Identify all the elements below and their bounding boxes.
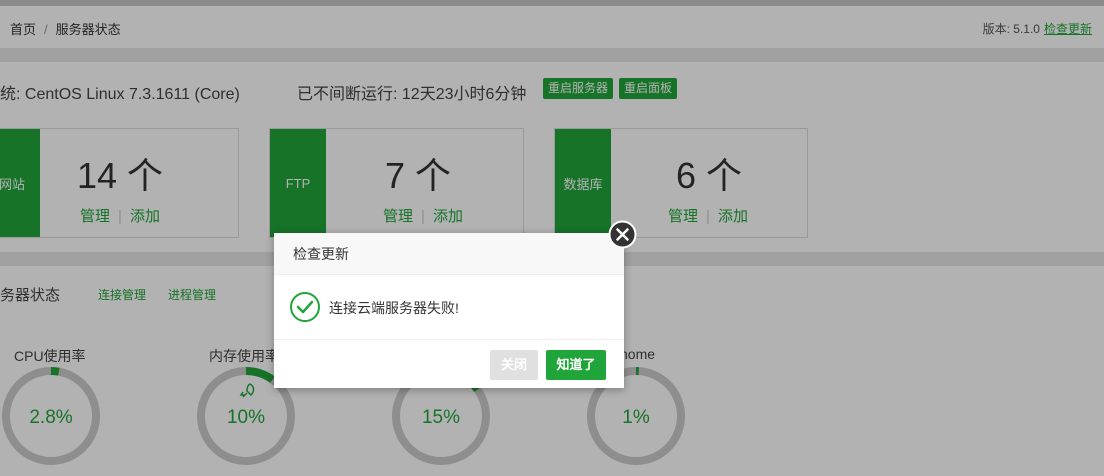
- dialog-footer: 关闭 知道了: [274, 339, 624, 388]
- success-check-icon: [290, 292, 320, 322]
- update-dialog: 检查更新 连接云端服务器失败! 关闭 知道了: [274, 233, 624, 388]
- dialog-body: 连接云端服务器失败!: [274, 275, 624, 339]
- dialog-close-button[interactable]: 关闭: [490, 350, 538, 380]
- dialog-title: 检查更新: [274, 233, 624, 275]
- dialog-message: 连接云端服务器失败!: [329, 300, 459, 316]
- close-icon[interactable]: [608, 220, 637, 249]
- dialog-ok-button[interactable]: 知道了: [546, 350, 606, 380]
